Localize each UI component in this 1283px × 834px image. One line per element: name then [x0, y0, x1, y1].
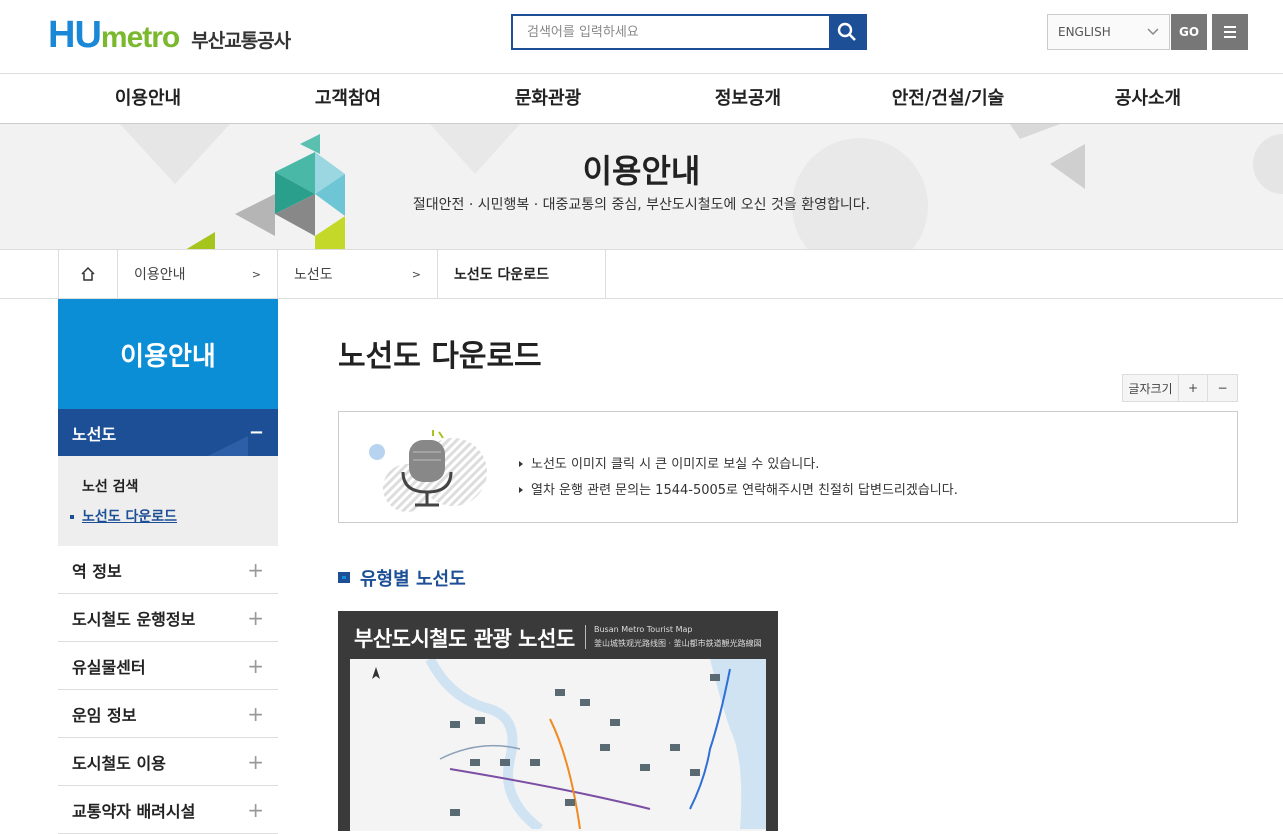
side-nav-submenu: 노선 검색 노선도 다운로드 — [58, 456, 278, 546]
side-nav-label: 도시철도 이용 — [72, 753, 166, 773]
info-line: 열차 운행 관련 문의는 1544-5005로 연락해주시면 친절히 답변드리겠… — [519, 478, 958, 504]
plus-icon: + — [247, 557, 264, 582]
search-button[interactable] — [829, 16, 865, 48]
page-title: 노선도 다운로드 — [338, 339, 542, 374]
logo-metro: metro — [100, 21, 180, 54]
search-icon — [837, 22, 856, 41]
banner-subtitle: 절대안전 · 시민행복 · 대중교통의 중심, 부산도시철도에 오신 것을 환영… — [412, 197, 871, 213]
side-nav-item-station[interactable]: 역 정보 + — [58, 546, 278, 594]
side-nav-sub-download[interactable]: 노선도 다운로드 — [70, 502, 254, 532]
section-title-text: 유형별 노선도 — [360, 569, 466, 590]
info-line: 노선도 이미지 클릭 시 큰 이미지로 보실 수 있습니다. — [519, 452, 958, 478]
home-button[interactable] — [59, 250, 118, 298]
main-nav: 이용안내 고객참여 문화관광 정보공개 안전/건설/기술 공사소개 — [0, 74, 1283, 124]
side-nav-label: 역 정보 — [72, 561, 122, 581]
info-list: 노선도 이미지 클릭 시 큰 이미지로 보실 수 있습니다. 열차 운행 관련 … — [519, 452, 958, 504]
side-nav: 이용안내 노선도 − 노선 검색 노선도 다운로드 역 정보 + 도시철도 운행정… — [58, 299, 278, 834]
plus-icon: + — [247, 605, 264, 630]
map-title: 부산도시철도 관광 노선도 — [354, 627, 575, 651]
font-size-label: 글자크기 — [1123, 375, 1179, 401]
home-icon — [81, 266, 95, 281]
map-divider — [585, 625, 586, 649]
corner-decoration — [208, 436, 248, 456]
search-bar — [511, 14, 867, 50]
language-select[interactable]: ENGLISH — [1047, 14, 1170, 50]
side-nav-item-usage[interactable]: 도시철도 이용 + — [58, 738, 278, 786]
plus-icon: + — [247, 701, 264, 726]
side-nav-item-lost-found[interactable]: 유실물센터 + — [58, 642, 278, 690]
plus-icon: + — [247, 653, 264, 678]
section-bullet-icon — [338, 572, 350, 583]
search-input[interactable] — [513, 16, 829, 48]
plus-icon: + — [247, 797, 264, 822]
breadcrumb-label: 이용안내 — [134, 267, 186, 283]
map-subtitle-en: Busan Metro Tourist Map — [594, 625, 693, 634]
breadcrumb-label: 노선도 — [294, 267, 333, 283]
nav-item-about[interactable]: 공사소개 — [1068, 74, 1228, 124]
side-nav-item-operation[interactable]: 도시철도 운행정보 + — [58, 594, 278, 642]
nav-item-safety[interactable]: 안전/건설/기술 — [868, 74, 1028, 124]
side-nav-item-fare[interactable]: 운임 정보 + — [58, 690, 278, 738]
section-title: 유형별 노선도 — [338, 565, 466, 591]
hamburger-icon — [1224, 26, 1236, 28]
logo-hu: HU — [48, 14, 102, 56]
side-nav-label: 유실물센터 — [72, 657, 146, 677]
breadcrumb-item-current[interactable]: 노선도 다운로드 — [438, 250, 606, 298]
breadcrumb: 이용안내 > 노선도 > 노선도 다운로드 — [58, 250, 606, 299]
map-subtitle-cjk: 釜山城铁观光路线图 · 釜山都市鉄道観光路線図 — [594, 639, 762, 648]
chevron-down-icon — [1147, 28, 1159, 36]
side-nav-sub-route-search[interactable]: 노선 검색 — [82, 472, 254, 502]
info-box: 노선도 이미지 클릭 시 큰 이미지로 보실 수 있습니다. 열차 운행 관련 … — [338, 411, 1238, 523]
side-nav-label: 노선도 — [72, 424, 117, 444]
side-nav-label: 교통약자 배려시설 — [72, 801, 196, 821]
route-map-illustration — [372, 656, 766, 831]
go-button[interactable]: GO — [1171, 14, 1207, 50]
font-size-control: 글자크기 + − — [1122, 374, 1238, 402]
site-header: HU metro 부산교통공사 ENGLISH GO — [0, 0, 1283, 74]
side-nav-label: 도시철도 운행정보 — [72, 609, 196, 629]
font-size-plus-button[interactable]: + — [1179, 375, 1208, 401]
nav-item-info[interactable]: 정보공개 — [668, 74, 828, 124]
font-size-minus-button[interactable]: − — [1208, 375, 1237, 401]
tourist-map-thumbnail[interactable]: 부산도시철도 관광 노선도 Busan Metro Tourist Map 釜山… — [338, 611, 778, 831]
nav-item-guide[interactable]: 이용안내 — [68, 74, 228, 124]
nav-item-participation[interactable]: 고객참여 — [268, 74, 428, 124]
side-nav-item-routemap[interactable]: 노선도 − — [58, 409, 278, 456]
minus-icon: − — [248, 422, 264, 443]
chevron-right-icon: > — [251, 267, 261, 281]
language-select-value: ENGLISH — [1058, 25, 1111, 39]
side-nav-title: 이용안내 — [58, 299, 278, 409]
plus-icon: + — [247, 749, 264, 774]
menu-button[interactable] — [1212, 14, 1248, 50]
microphone-icon — [369, 430, 487, 512]
page-banner: 이용안내 절대안전 · 시민행복 · 대중교통의 중심, 부산도시철도에 오신 … — [0, 124, 1283, 250]
breadcrumb-item-guide[interactable]: 이용안내 > — [118, 250, 278, 298]
chevron-right-icon: > — [411, 267, 421, 281]
side-nav-label: 운임 정보 — [72, 705, 137, 725]
breadcrumb-label: 노선도 다운로드 — [454, 267, 550, 283]
logo-korean: 부산교통공사 — [191, 30, 291, 52]
map-image — [350, 656, 766, 831]
nav-item-culture[interactable]: 문화관광 — [468, 74, 628, 124]
logo[interactable]: HU metro 부산교통공사 — [48, 14, 291, 57]
banner-title: 이용안내 — [582, 152, 701, 190]
breadcrumb-item-routemap[interactable]: 노선도 > — [278, 250, 438, 298]
